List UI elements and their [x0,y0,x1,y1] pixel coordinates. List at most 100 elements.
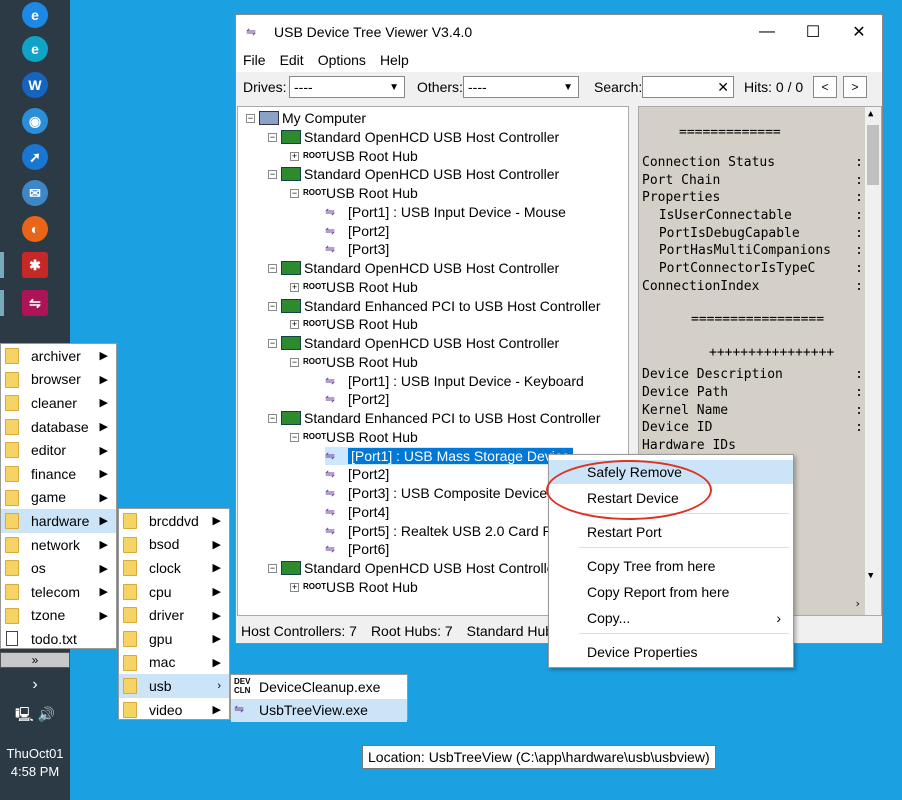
context-menu-item-copy[interactable]: Copy... › [549,606,793,630]
start-menu-item-telecom[interactable]: telecom ▶ [1,580,116,604]
menu-file[interactable]: File [243,52,266,68]
tree-node[interactable]: ROOT USB Root Hub [303,428,418,446]
start-menu-item-game[interactable]: game ▶ [1,486,116,510]
tree-node[interactable]: ⇋ [Port2] [325,390,389,408]
start-menu-item-hardware[interactable]: hardware ▶ [1,509,116,533]
tree-node[interactable]: Standard OpenHCD USB Host Controller [281,559,559,577]
hardware-submenu-item-mac[interactable]: mac ▶ [119,651,229,675]
edge-icon[interactable]: e [22,36,48,62]
tree-node[interactable]: ⇋ [Port3] : USB Composite Device [325,484,547,502]
collapse-icon[interactable]: − [268,132,277,142]
browser-icon[interactable]: ◉ [22,108,48,134]
title-bar[interactable]: ⇋ USB Device Tree Viewer V3.4.0 — ☐ ✕ [236,15,882,48]
collapse-icon[interactable]: − [268,170,277,180]
tree-node[interactable]: ⇋ [Port6] [325,540,389,558]
start-menu-item-finance[interactable]: finance ▶ [1,462,116,486]
tree-node[interactable]: ⇋ [Port4] [325,503,389,521]
expand-icon[interactable]: + [290,320,299,330]
start-menu-item-browser[interactable]: browser ▶ [1,368,116,392]
close-button[interactable]: ✕ [836,15,882,48]
tree-node[interactable]: ROOT USB Root Hub [303,353,418,371]
context-menu-item-copy-tree-from-here[interactable]: Copy Tree from here [549,554,793,578]
collapse-icon[interactable]: − [268,339,277,348]
tree-node[interactable]: Standard OpenHCD USB Host Controller [281,165,559,183]
expand-icon[interactable]: + [290,282,299,292]
tree-node[interactable]: ⇋ [Port2] [325,222,389,240]
scroll-down-icon[interactable]: ▼ [868,571,873,581]
usb-tree-icon[interactable]: ⇋ [22,290,48,316]
scroll-thumb[interactable] [867,125,879,185]
hardware-submenu-item-cpu[interactable]: cpu ▶ [119,580,229,604]
tree-node[interactable]: ⇋ [Port5] : Realtek USB 2.0 Card Rea [325,522,568,540]
collapse-icon[interactable]: − [290,189,299,198]
context-menu-item-device-properties[interactable]: Device Properties [549,640,793,664]
context-menu-item-restart-port[interactable]: Restart Port [549,520,793,544]
collapse-icon[interactable]: − [268,564,277,573]
others-select[interactable]: ---- ▼ [463,76,579,98]
tree-node[interactable]: ⇋ [Port3] [325,240,389,258]
collapse-icon[interactable]: − [268,414,277,423]
tree-node[interactable]: ⇋ [Port1] : USB Input Device - Mouse [325,203,566,221]
start-menu-item-os[interactable]: os ▶ [1,556,116,580]
tree-node[interactable]: ROOT USB Root Hub [303,578,418,596]
tree-node[interactable]: Standard OpenHCD USB Host Controller [281,259,559,277]
tree-node[interactable]: ROOT USB Root Hub [303,315,418,333]
start-menu-item-todo-txt[interactable]: todo.txt [1,627,116,651]
search-input[interactable]: ✕ [642,76,734,98]
start-menu-item-archiver[interactable]: archiver ▶ [1,344,116,368]
clock-date[interactable]: ThuOct01 [0,746,70,761]
tray-icons[interactable]: 🖳 🔊 [0,704,70,728]
clock-time[interactable]: 4:58 PM [0,764,70,779]
tree-node[interactable]: Standard OpenHCD USB Host Controller [281,334,559,352]
hardware-submenu-item-usb[interactable]: usb › [119,674,229,698]
start-menu-item-editor[interactable]: editor ▶ [1,438,116,462]
hardware-submenu-item-bsod[interactable]: bsod ▶ [119,533,229,557]
app-icon[interactable]: ✱ [22,252,48,278]
scroll-up-icon[interactable]: ▲ [868,109,873,119]
safari-icon[interactable]: ➚ [22,144,48,170]
menu-options[interactable]: Options [318,52,366,68]
more-button[interactable]: » [0,652,70,668]
menu-edit[interactable]: Edit [280,52,304,68]
collapse-icon[interactable]: − [268,264,277,273]
chevron-right-icon[interactable]: › [0,676,70,694]
tree-node[interactable]: Standard Enhanced PCI to USB Host Contro… [281,297,601,315]
expand-icon[interactable]: + [290,582,299,592]
firefox-icon[interactable]: ◐ [22,216,48,242]
details-scrollbar[interactable]: ▲ ▼ [865,107,881,615]
collapse-icon[interactable]: − [290,432,299,442]
next-hit-button[interactable]: > [843,76,867,98]
collapse-icon[interactable]: − [290,357,299,367]
hardware-submenu-item-gpu[interactable]: gpu ▶ [119,627,229,651]
clear-search-icon[interactable]: ✕ [717,79,729,96]
tree-node[interactable]: ⇋ [Port2] [325,465,389,483]
tree-node[interactable]: ⇋ [Port1] : USB Input Device - Keyboard [325,372,584,390]
tree-node[interactable]: ROOT USB Root Hub [303,147,418,165]
hardware-submenu-item-video[interactable]: video ▶ [119,698,229,722]
expand-icon[interactable]: + [290,151,299,161]
tree-node[interactable]: ⇋ [Port1] : USB Mass Storage Device [325,446,573,465]
tree-node[interactable]: Standard OpenHCD USB Host Controller [281,128,559,146]
hardware-submenu-item-brcddvd[interactable]: brcddvd ▶ [119,509,229,533]
hardware-submenu-item-driver[interactable]: driver ▶ [119,603,229,627]
tree-node[interactable]: My Computer [259,109,366,127]
start-menu-item-cleaner[interactable]: cleaner ▶ [1,391,116,415]
minimize-button[interactable]: — [744,15,790,48]
start-menu-item-database[interactable]: database ▶ [1,415,116,439]
thunderbird-icon[interactable]: ✉ [22,180,48,206]
hardware-submenu-item-clock[interactable]: clock ▶ [119,556,229,580]
drives-select[interactable]: ---- ▼ [289,76,405,98]
maximize-button[interactable]: ☐ [790,15,836,48]
tree-node[interactable]: Standard Enhanced PCI to USB Host Contro… [281,409,601,427]
tree-node[interactable]: ROOT USB Root Hub [303,184,418,202]
collapse-icon[interactable]: − [246,114,255,123]
prev-hit-button[interactable]: < [813,76,837,98]
waterfox-icon[interactable]: W [22,72,48,98]
tree-node[interactable]: ROOT USB Root Hub [303,278,418,296]
usb-submenu-item-usbtreeview[interactable]: ⇋ UsbTreeView.exe [231,698,407,723]
menu-help[interactable]: Help [380,52,409,68]
context-menu-item-copy-report-from-here[interactable]: Copy Report from here [549,580,793,604]
usb-submenu-item-devicecleanup[interactable]: DEV CLN DeviceCleanup.exe [231,675,407,699]
start-menu-item-tzone[interactable]: tzone ▶ [1,604,116,628]
edge-legacy-icon[interactable]: e [22,2,48,28]
